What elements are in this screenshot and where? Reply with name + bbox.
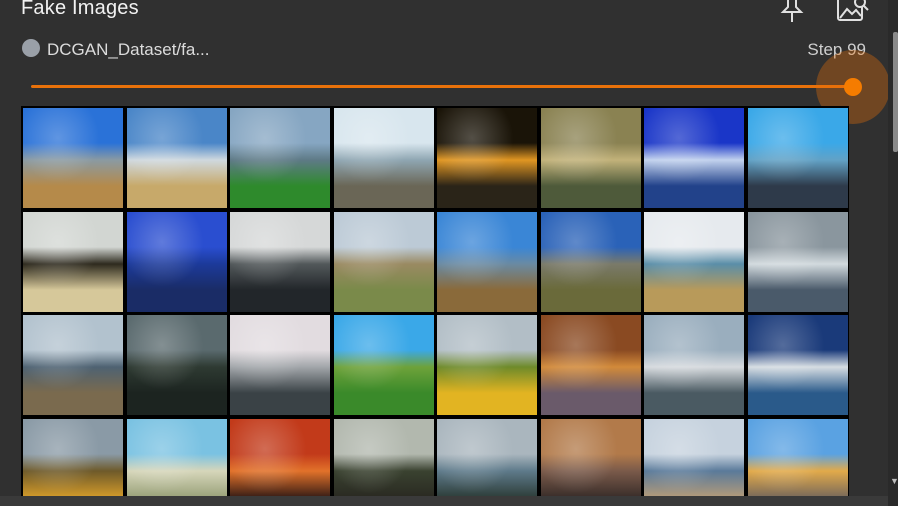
generated-image-tile: [747, 315, 848, 415]
scroll-down-icon[interactable]: ▼: [890, 476, 898, 486]
bottom-bar: [0, 496, 888, 506]
generated-image-tile: [230, 315, 330, 415]
generated-image-tile: [23, 315, 123, 415]
generated-image-tile: [540, 418, 641, 496]
generated-image-tile: [126, 108, 227, 208]
image-grid[interactable]: [21, 106, 849, 496]
generated-image-tile: [540, 211, 641, 312]
generated-image-tile: [644, 315, 744, 415]
generated-image-tile: [437, 418, 537, 496]
generated-image-tile: [644, 108, 744, 208]
generated-image-tile: [540, 315, 641, 415]
generated-image-tile: [437, 108, 537, 208]
generated-image-tile: [23, 108, 123, 208]
generated-image-tile: [747, 418, 848, 496]
generated-image-tile: [644, 211, 744, 312]
generated-image-tile: [747, 108, 848, 208]
generated-image-tile: [126, 418, 227, 496]
generated-image-tile: [23, 418, 123, 496]
scrollbar-thumb[interactable]: [893, 32, 898, 152]
run-name: DCGAN_Dataset/fa...: [47, 40, 210, 59]
images-card: Fake Images DCGAN_Dataset/fa... Step 99: [0, 0, 888, 496]
generated-image-tile: [230, 418, 330, 496]
generated-image-tile: [23, 211, 123, 312]
generated-image-tile: [747, 211, 848, 312]
card-title: Fake Images: [21, 0, 139, 19]
generated-image-tile: [333, 418, 434, 496]
run-color-indicator: [22, 39, 40, 57]
generated-image-tile: [437, 211, 537, 312]
generated-image-tile: [230, 211, 330, 312]
generated-image-tile: [333, 211, 434, 312]
generated-image-tile: [437, 315, 537, 415]
step-slider-thumb[interactable]: [844, 78, 862, 96]
image-icon[interactable]: [834, 0, 870, 24]
generated-image-tile: [230, 108, 330, 208]
pin-icon[interactable]: [778, 0, 806, 24]
generated-image-tile: [540, 108, 641, 208]
generated-image-tile: [126, 211, 227, 312]
generated-image-tile: [333, 315, 434, 415]
generated-image-tile: [126, 315, 227, 415]
generated-image-tile: [333, 108, 434, 208]
generated-image-tile: [644, 418, 744, 496]
step-slider-track[interactable]: [31, 85, 853, 88]
